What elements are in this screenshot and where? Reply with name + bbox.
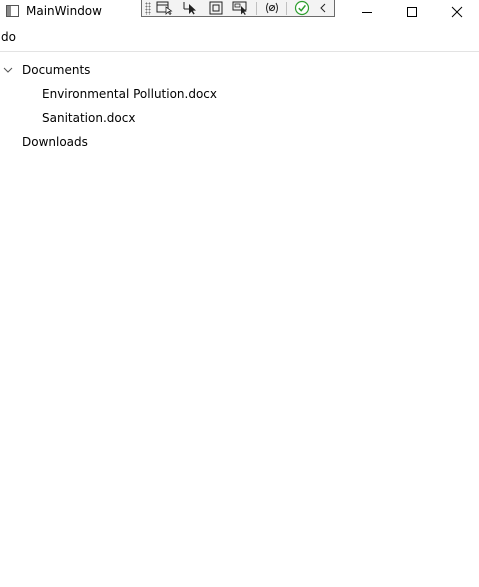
- minimize-icon: [362, 12, 372, 13]
- track-focus-button[interactable]: [231, 1, 252, 16]
- select-element-icon: [156, 1, 173, 15]
- maximize-icon: [407, 7, 417, 17]
- collapse-toolbar-button[interactable]: [316, 1, 330, 16]
- search-row: [0, 24, 479, 52]
- main-window: MainWindow do Documents Environmental Po…: [0, 0, 479, 587]
- search-input[interactable]: [0, 26, 471, 48]
- maximize-button[interactable]: [389, 0, 435, 24]
- tree-item-sanitation[interactable]: Sanitation.docx: [0, 106, 479, 130]
- tree-item-documents[interactable]: Documents: [0, 58, 479, 82]
- close-icon: [451, 6, 463, 18]
- tree-item-label: Documents: [22, 63, 91, 77]
- debug-toolbar: [141, 0, 335, 17]
- select-element-button[interactable]: [155, 1, 176, 16]
- toolbar-grip-handle[interactable]: [145, 1, 151, 15]
- tree-item-label: Sanitation.docx: [42, 111, 136, 125]
- pointer-select-button[interactable]: [180, 1, 201, 16]
- window-title: MainWindow: [26, 4, 102, 18]
- binding-failures-button[interactable]: [261, 1, 282, 16]
- pointer-select-icon: [183, 2, 196, 15]
- tree-item-label: Downloads: [22, 135, 88, 149]
- hot-reload-status-button[interactable]: [291, 0, 312, 16]
- file-tree-view: Documents Environmental Pollution.docx S…: [0, 58, 479, 154]
- toolbar-separator: [286, 1, 288, 15]
- checkmark-icon: [294, 0, 309, 16]
- track-focus-icon: [232, 1, 247, 15]
- collapse-chevron-icon: [320, 3, 326, 13]
- title-bar[interactable]: MainWindow: [0, 0, 479, 24]
- tree-item-downloads[interactable]: Downloads: [0, 130, 479, 154]
- tree-item-environmental-pollution[interactable]: Environmental Pollution.docx: [0, 82, 479, 106]
- app-window-icon: [6, 5, 19, 17]
- minimize-button[interactable]: [344, 0, 390, 24]
- layout-adorner-button[interactable]: [205, 1, 226, 16]
- binding-failures-icon: [265, 2, 278, 14]
- close-button[interactable]: [434, 0, 479, 24]
- chevron-down-icon[interactable]: [3, 65, 13, 75]
- toolbar-separator: [255, 1, 257, 15]
- layout-adorner-icon: [209, 1, 223, 15]
- tree-item-label: Environmental Pollution.docx: [42, 87, 218, 101]
